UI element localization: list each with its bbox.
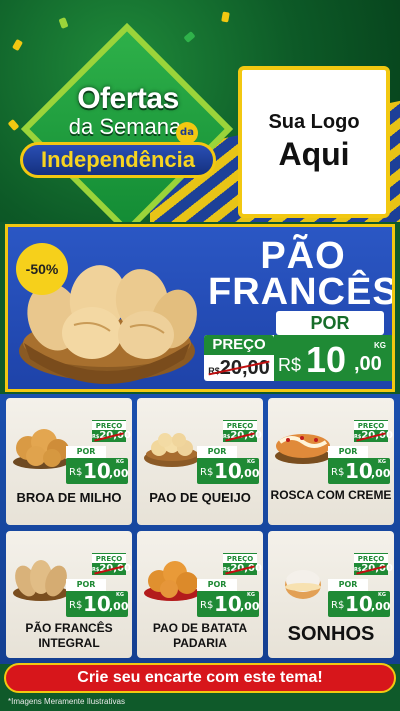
confetti [58,17,69,29]
por-label: POR [328,446,368,458]
title-da-badge: da [176,122,198,144]
preco-label: PREÇO [223,553,257,563]
product-name: BROA DE MILHO [16,490,122,505]
preco-label: PREÇO [354,553,388,563]
cheese-bread-icon [144,433,200,467]
header: Ofertas da Semana da Independência Sua L… [0,0,400,222]
price-int: 10 [345,592,373,616]
confetti [11,38,24,52]
title-independencia: Independência [20,142,216,178]
preco-label: PREÇO [223,420,257,430]
unit: KG [116,459,124,465]
unit: KG [247,592,255,598]
wholewheat-bread-icon [13,560,69,601]
price-dec: ,00 [240,600,260,613]
donut-icon [285,570,321,599]
currency: R$ [200,467,214,478]
unit: KG [116,592,124,598]
unit: KG [378,459,386,465]
new-price: R$ 10 ,00 KG [66,458,129,484]
product-card-sonhos[interactable]: PREÇO R$20,00 POR R$ 10 ,00 KG SONHOS [268,531,394,658]
hero-new-price-dec: ,00 [354,353,382,375]
hero-preco-label: PREÇO [204,335,274,355]
title-ofertas: Ofertas [77,82,179,115]
currency: R$ [331,467,345,478]
price-int: 10 [345,459,373,483]
price-dec: ,00 [109,600,129,613]
hero-product-name-line2: FRANCÊS [208,271,395,313]
por-label: POR [197,579,237,591]
disclaimer: *Imagens Meramente Ilustrativas [8,697,125,706]
new-price: R$ 10 ,00 KG [197,458,260,484]
logo-line2: Aqui [278,136,350,172]
hero-unit: KG [374,341,386,350]
currency: R$ [69,467,83,478]
hero-por-label: POR [276,311,384,335]
por-label: POR [328,579,368,591]
product-name: PAO DE QUEIJO [149,490,251,505]
product-card-pao-batata[interactable]: PREÇO R$20,00 POR R$ 10 ,00 KG PAO DE BA… [137,531,263,658]
confetti [183,31,196,43]
hero-new-price-int: 10 [306,339,347,380]
new-price: R$ 10 ,00 KG [328,458,391,484]
unit: KG [378,592,386,598]
price-int: 10 [214,592,242,616]
por-label: POR [66,579,106,591]
price-dec: ,00 [371,600,391,613]
currency: R$ [200,600,214,611]
cta-button[interactable]: Crie seu encarte com este tema! [4,663,396,693]
product-name: PAO DE BATATA PADARIA [152,621,248,650]
logo-placeholder[interactable]: Sua Logo Aqui [238,66,390,218]
hero-offer[interactable]: -50% PÃO FRANCÊS POR PREÇO R$20,00 R$ 10… [5,224,395,392]
currency: R$ [69,600,83,611]
preco-label: PREÇO [92,420,126,430]
new-price: R$ 10 ,00 KG [66,591,129,617]
por-label: POR [66,446,106,458]
discount-badge: -50% [16,243,68,295]
new-price: R$ 10 ,00 KG [197,591,260,617]
confetti [7,118,20,132]
currency: R$ [331,600,345,611]
por-label: POR [197,446,237,458]
cornbread-icon [13,429,69,469]
product-card-rosca[interactable]: PREÇO R$20,00 POR R$ 10 ,00 KG ROSCA COM… [268,398,394,525]
product-card-pao-de-queijo[interactable]: PREÇO R$20,00 POR R$ 10 ,00 KG PAO DE QU… [137,398,263,525]
confetti [221,11,230,23]
potato-bread-icon [144,561,200,601]
logo-line1: Sua Logo [268,111,360,133]
product-name: PÃO FRANCÊS INTEGRAL [25,621,113,650]
product-card-broa[interactable]: PREÇO R$20,00 POR R$ 10 ,00 KG BROA DE M… [6,398,132,525]
price-dec: ,00 [109,467,129,480]
price-int: 10 [83,592,111,616]
product-card-pao-integral[interactable]: PREÇO R$20,00 POR R$ 10 ,00 KG PÃO FRANC… [6,531,132,658]
product-name: SONHOS [287,623,375,645]
rosca-icon [275,434,331,464]
hero-new-currency: R$ [278,355,302,375]
hero-old-value: 20,00 [219,357,270,379]
price-dec: ,00 [371,467,391,480]
price-int: 10 [83,459,111,483]
new-price: R$ 10 ,00 KG [328,591,391,617]
preco-label: PREÇO [354,420,388,430]
price-int: 10 [214,459,242,483]
unit: KG [247,459,255,465]
product-name: ROSCA COM CREME [270,488,392,502]
price-dec: ,00 [240,467,260,480]
preco-label: PREÇO [92,553,126,563]
